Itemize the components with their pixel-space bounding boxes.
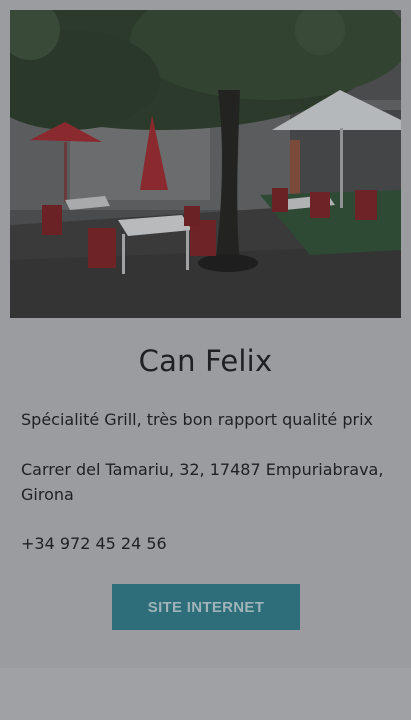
page: Can Felix Spécialité Grill, très bon rap… [0, 0, 411, 720]
restaurant-photo [10, 10, 401, 318]
restaurant-name: Can Felix [138, 344, 273, 378]
restaurant-phone[interactable]: +34 972 45 24 56 [21, 531, 391, 556]
website-button[interactable]: SITE INTERNET [112, 584, 300, 630]
restaurant-card: Can Felix Spécialité Grill, très bon rap… [0, 0, 411, 668]
restaurant-description: Spécialité Grill, très bon rapport quali… [21, 410, 373, 429]
restaurant-address[interactable]: Carrer del Tamariu, 32, 17487 Empuriabra… [21, 457, 391, 507]
terrace-image [10, 10, 401, 318]
page-footer-band [0, 668, 411, 720]
